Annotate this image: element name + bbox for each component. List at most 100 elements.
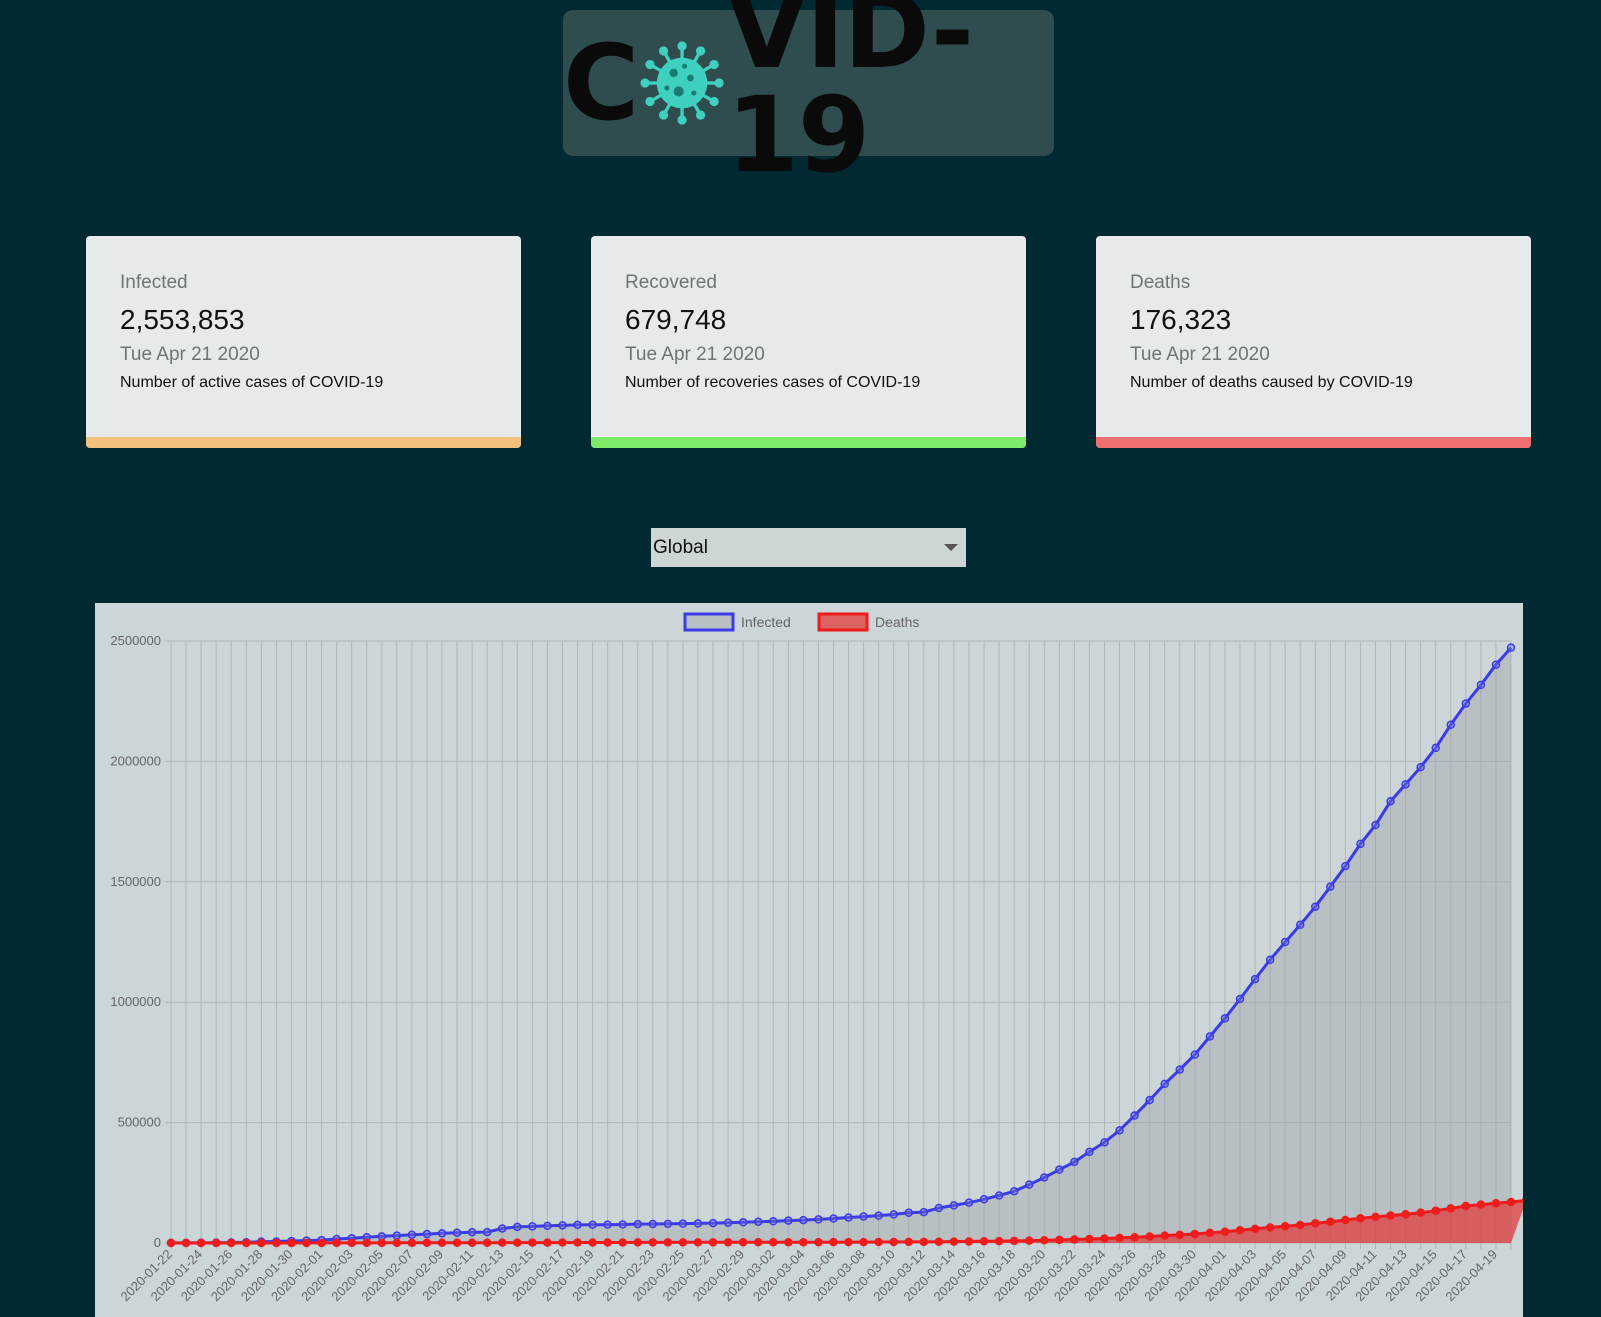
deaths-point — [738, 1238, 748, 1247]
country-select[interactable]: Global — [651, 528, 966, 567]
deaths-point — [1311, 1219, 1320, 1228]
deaths-point — [1205, 1228, 1215, 1238]
deaths-point — [1235, 1225, 1245, 1235]
deaths-point — [588, 1238, 597, 1247]
deaths-point — [1085, 1234, 1094, 1244]
infected-point — [603, 1220, 612, 1229]
deaths-point — [1280, 1222, 1290, 1231]
infected-point — [1205, 1032, 1215, 1041]
y-tick-label: 0 — [154, 1235, 161, 1250]
infected-point — [1416, 762, 1425, 772]
deaths-point — [377, 1238, 387, 1248]
infected-point — [633, 1219, 642, 1229]
infected-point — [1341, 861, 1350, 871]
deaths-point — [949, 1237, 959, 1246]
infected-point — [1356, 839, 1365, 849]
infected-point — [1431, 743, 1440, 753]
infected-point — [1250, 974, 1260, 984]
deaths-point — [1401, 1209, 1410, 1219]
deaths-point — [1070, 1235, 1079, 1244]
deaths-point — [979, 1237, 989, 1246]
deaths-point — [497, 1238, 507, 1247]
deaths-point — [1250, 1224, 1260, 1234]
deaths-legend-label: Deaths — [875, 614, 919, 630]
logo-text-left: C — [563, 22, 639, 144]
deaths-point — [994, 1236, 1004, 1246]
infected-point — [422, 1229, 432, 1239]
logo-text-right: VID-19 — [726, 0, 974, 196]
card-color-bar — [591, 437, 1026, 448]
deaths-point — [211, 1238, 221, 1248]
card-description: Number of deaths caused by COVID-19 — [1130, 374, 1413, 391]
infected-point — [1100, 1138, 1109, 1147]
card-title: Recovered — [625, 272, 717, 293]
infected-point — [693, 1219, 703, 1228]
deaths-point — [181, 1238, 191, 1248]
deaths-point — [317, 1238, 326, 1248]
y-tick-label: 2000000 — [110, 753, 161, 768]
deaths-point — [452, 1238, 462, 1248]
chevron-down-icon — [944, 544, 958, 551]
card-title: Infected — [120, 272, 188, 293]
y-tick-label: 500000 — [118, 1115, 161, 1130]
deaths-point — [422, 1238, 432, 1248]
card-value: 2,553,853 — [120, 304, 245, 335]
infected-point — [768, 1217, 778, 1226]
deaths-point — [1386, 1211, 1395, 1220]
deaths-point — [919, 1237, 929, 1247]
infected-point — [1265, 955, 1275, 965]
deaths-point — [1416, 1208, 1425, 1217]
infected-point — [829, 1214, 838, 1223]
infected-point — [663, 1219, 673, 1229]
deaths-point — [407, 1238, 417, 1248]
deaths-point — [1115, 1233, 1124, 1243]
deaths-point — [1476, 1200, 1486, 1209]
infected-point — [1024, 1180, 1034, 1189]
infected-point — [1009, 1187, 1019, 1196]
infected-legend-swatch — [683, 612, 735, 632]
deaths-point — [1506, 1197, 1516, 1207]
infected-point — [994, 1191, 1004, 1200]
infected-point — [1476, 680, 1486, 690]
deaths-point — [633, 1238, 642, 1247]
deaths-point — [1024, 1236, 1034, 1245]
deaths-point — [844, 1237, 853, 1247]
infected-point — [1386, 796, 1395, 806]
deaths-point — [392, 1238, 402, 1248]
infected-point — [1040, 1173, 1049, 1182]
deaths-point — [1295, 1220, 1305, 1230]
deaths-point — [603, 1238, 612, 1247]
deaths-card: Deaths 176,323 Tue Apr 21 2020 Number of… — [1096, 236, 1531, 448]
infected-point — [618, 1220, 627, 1229]
infected-point — [437, 1229, 447, 1238]
infected-point — [1145, 1095, 1154, 1105]
deaths-point — [663, 1238, 673, 1247]
infected-point — [1055, 1165, 1064, 1174]
deaths-point — [1491, 1199, 1501, 1208]
virus-icon — [640, 41, 725, 125]
infected-legend-label: Infected — [741, 614, 791, 630]
infected-point — [528, 1222, 537, 1231]
deaths-point — [1100, 1234, 1109, 1243]
infected-point — [1130, 1111, 1139, 1120]
infected-point — [814, 1215, 823, 1224]
infected-point — [1160, 1079, 1169, 1089]
infected-point — [1446, 720, 1456, 729]
card-color-bar — [1096, 437, 1531, 448]
infected-point — [949, 1201, 959, 1210]
deaths-point — [1040, 1236, 1049, 1245]
deaths-point — [784, 1237, 793, 1247]
deaths-point — [678, 1238, 688, 1247]
deaths-point — [1431, 1206, 1440, 1215]
deaths-point — [859, 1237, 868, 1247]
deaths-point — [1145, 1232, 1154, 1241]
deaths-point — [693, 1238, 703, 1247]
deaths-point — [272, 1238, 281, 1248]
card-value: 176,323 — [1130, 304, 1232, 335]
deaths-point — [1446, 1204, 1456, 1213]
deaths-point — [543, 1238, 552, 1247]
infected-point — [573, 1220, 582, 1230]
deaths-point — [1160, 1231, 1169, 1240]
infected-point — [1175, 1065, 1185, 1074]
infected-point — [859, 1212, 868, 1221]
